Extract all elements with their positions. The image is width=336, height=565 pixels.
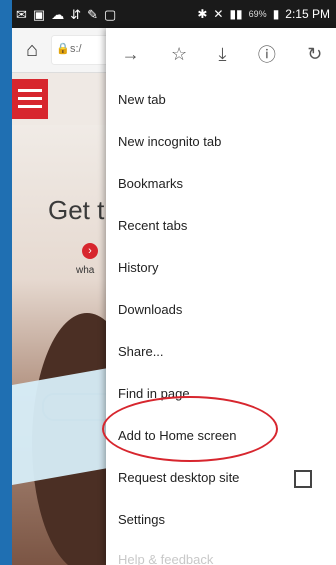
arrow-icon: › xyxy=(82,243,98,259)
highlight-circle xyxy=(102,396,278,462)
mail-icon: ✉ xyxy=(16,6,27,22)
menu-item-new-tab[interactable]: New tab xyxy=(118,92,166,107)
browser-overflow-menu: → ☆ ⤓ ⓘ ↻ New tab New incognito tab Book… xyxy=(106,28,336,565)
bluetooth-icon: ✱ xyxy=(197,7,208,21)
square-icon: ▢ xyxy=(104,6,117,22)
status-icons-left: ✉ ▣ ☁ ⇵ ✎ ▢ xyxy=(12,8,116,21)
home-icon[interactable]: ⌂ xyxy=(18,36,46,64)
bookmark-star-icon[interactable]: ☆ xyxy=(171,44,187,65)
menu-item-downloads[interactable]: Downloads xyxy=(118,302,182,317)
menu-item-share[interactable]: Share... xyxy=(118,344,164,359)
desktop-site-checkbox[interactable] xyxy=(294,470,312,488)
phone-screen: ✉ ▣ ☁ ⇵ ✎ ▢ ✱ ✕ ▮▮ 69% ▮ 2:15 PM ⌂ 🔒 s:/ xyxy=(12,0,336,565)
menu-item-new-incognito-tab[interactable]: New incognito tab xyxy=(118,134,221,149)
signal-icon: ▮▮ xyxy=(229,7,243,21)
address-bar-text: s:/ xyxy=(70,43,82,55)
cloud-icon: ☁ xyxy=(51,6,65,22)
clock: 2:15 PM xyxy=(285,7,330,21)
usb-icon: ⇵ xyxy=(70,6,82,22)
menu-item-help-feedback[interactable]: Help & feedback xyxy=(118,552,213,565)
battery-percent: 69% xyxy=(248,9,267,19)
menu-item-label: Request desktop site xyxy=(118,470,240,485)
menu-item-bookmarks[interactable]: Bookmarks xyxy=(118,176,183,191)
menu-item-history[interactable]: History xyxy=(118,260,158,275)
forward-icon[interactable]: → xyxy=(122,44,140,65)
image-icon: ▣ xyxy=(32,6,46,22)
background-panel xyxy=(0,0,12,565)
menu-item-recent-tabs[interactable]: Recent tabs xyxy=(118,218,187,233)
battery-icon: ▮ xyxy=(272,7,280,21)
menu-top-actions: → ☆ ⤓ ⓘ ↻ xyxy=(106,36,336,72)
download-icon[interactable]: ⤓ xyxy=(219,44,227,65)
status-icons-right: ✱ ✕ ▮▮ 69% ▮ 2:15 PM xyxy=(197,7,336,21)
refresh-icon[interactable]: ↻ xyxy=(307,44,322,65)
lock-icon: 🔒 xyxy=(56,43,70,55)
info-icon[interactable]: ⓘ xyxy=(258,41,276,67)
menu-item-settings[interactable]: Settings xyxy=(118,512,165,527)
page-subtext: wha xyxy=(76,265,95,276)
tools-icon: ✎ xyxy=(87,6,99,22)
status-bar: ✉ ▣ ☁ ⇵ ✎ ▢ ✱ ✕ ▮▮ 69% ▮ 2:15 PM xyxy=(12,0,336,28)
menu-item-request-desktop-site[interactable]: Request desktop site xyxy=(118,470,328,488)
mute-icon: ✕ xyxy=(213,7,224,21)
hamburger-menu-icon[interactable] xyxy=(12,79,48,119)
page-headline: Get t xyxy=(48,195,105,225)
